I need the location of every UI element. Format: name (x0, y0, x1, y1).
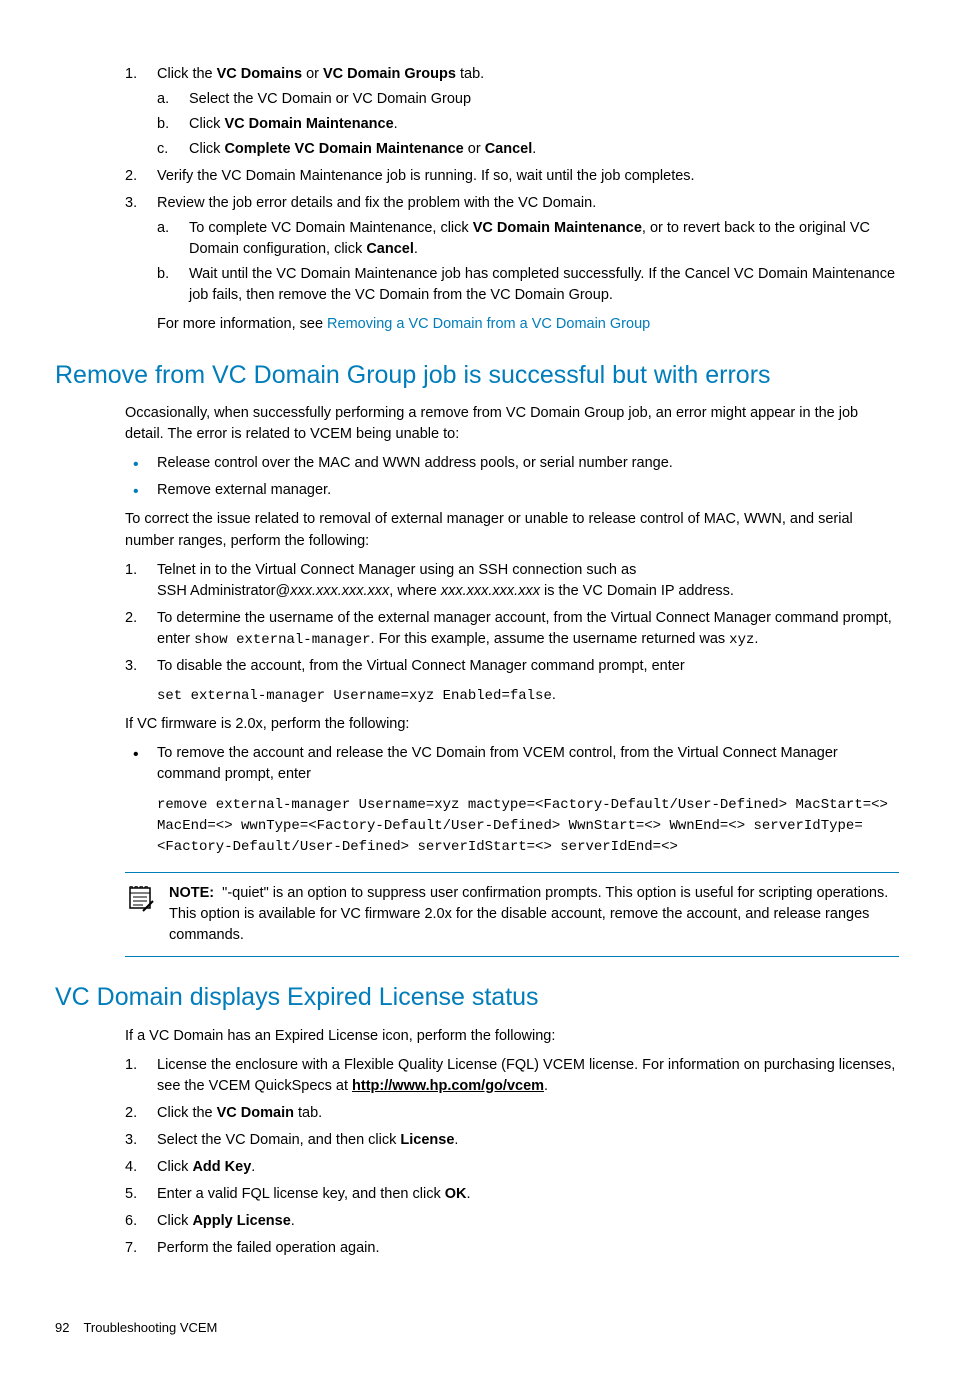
note-block: NOTE: "-quiet" is an option to suppress … (125, 872, 899, 957)
step-2: Click the VC Domain tab. (125, 1103, 899, 1124)
step-3: Review the job error details and fix the… (125, 193, 899, 335)
substep-b: Wait until the VC Domain Maintenance job… (157, 264, 899, 306)
bullet-list: Release control over the MAC and WWN add… (125, 453, 899, 501)
substeps: To complete VC Domain Maintenance, click… (157, 218, 899, 306)
note-content: NOTE: "-quiet" is an option to suppress … (169, 883, 899, 946)
step-5: Enter a valid FQL license key, and then … (125, 1184, 899, 1205)
url-link[interactable]: http://www.hp.com/go/vcem (352, 1078, 544, 1094)
note-label: NOTE: (169, 885, 214, 901)
step-1: Telnet in to the Virtual Connect Manager… (125, 560, 899, 602)
page-number: 92 (55, 1320, 69, 1335)
xref-link[interactable]: Removing a VC Domain from a VC Domain Gr… (327, 316, 650, 332)
step-1: License the enclosure with a Flexible Qu… (125, 1055, 899, 1097)
substep-b: Click VC Domain Maintenance. (157, 114, 899, 135)
step-3: Select the VC Domain, and then click Lic… (125, 1130, 899, 1151)
bold: VC Domain Groups (323, 66, 456, 82)
paragraph: Occasionally, when successfully performi… (125, 403, 899, 445)
substeps: Select the VC Domain or VC Domain Group … (157, 89, 899, 160)
procedure-list-3: License the enclosure with a Flexible Qu… (125, 1055, 899, 1259)
procedure-list-1: Click the VC Domains or VC Domain Groups… (125, 64, 899, 335)
text: Click the (157, 66, 217, 82)
footer-title: Troubleshooting VCEM (83, 1320, 217, 1335)
bullet-item: Remove external manager. (125, 480, 899, 501)
step-3: To disable the account, from the Virtual… (125, 656, 899, 706)
step-2: To determine the username of the externa… (125, 608, 899, 650)
substep-a: Select the VC Domain or VC Domain Group (157, 89, 899, 110)
code: set external-manager Username=xyz Enable… (157, 688, 552, 704)
text: tab. (456, 66, 484, 82)
heading-remove-errors: Remove from VC Domain Group job is succe… (55, 357, 899, 393)
step-7: Perform the failed operation again. (125, 1238, 899, 1259)
bold: VC Domains (217, 66, 302, 82)
bullet-item: Release control over the MAC and WWN add… (125, 453, 899, 474)
procedure-list-2: Telnet in to the Virtual Connect Manager… (125, 560, 899, 707)
bullet-list: To remove the account and release the VC… (125, 743, 899, 858)
paragraph: If VC firmware is 2.0x, perform the foll… (125, 714, 899, 735)
step-2: Verify the VC Domain Maintenance job is … (125, 166, 899, 187)
bullet-item: To remove the account and release the VC… (125, 743, 899, 858)
heading-expired-license: VC Domain displays Expired License statu… (55, 979, 899, 1015)
more-info: For more information, see Removing a VC … (157, 314, 899, 335)
step-4: Click Add Key. (125, 1157, 899, 1178)
step-1: Click the VC Domains or VC Domain Groups… (125, 64, 899, 160)
note-text: "-quiet" is an option to suppress user c… (169, 885, 888, 943)
paragraph: If a VC Domain has an Expired License ic… (125, 1026, 899, 1047)
note-icon (125, 883, 155, 946)
substep-c: Click Complete VC Domain Maintenance or … (157, 139, 899, 160)
text: or (302, 66, 323, 82)
page-footer: 92 Troubleshooting VCEM (55, 1319, 899, 1338)
code-block: remove external-manager Username=xyz mac… (157, 795, 899, 858)
substep-a: To complete VC Domain Maintenance, click… (157, 218, 899, 260)
step-6: Click Apply License. (125, 1211, 899, 1232)
paragraph: To correct the issue related to removal … (125, 509, 899, 551)
